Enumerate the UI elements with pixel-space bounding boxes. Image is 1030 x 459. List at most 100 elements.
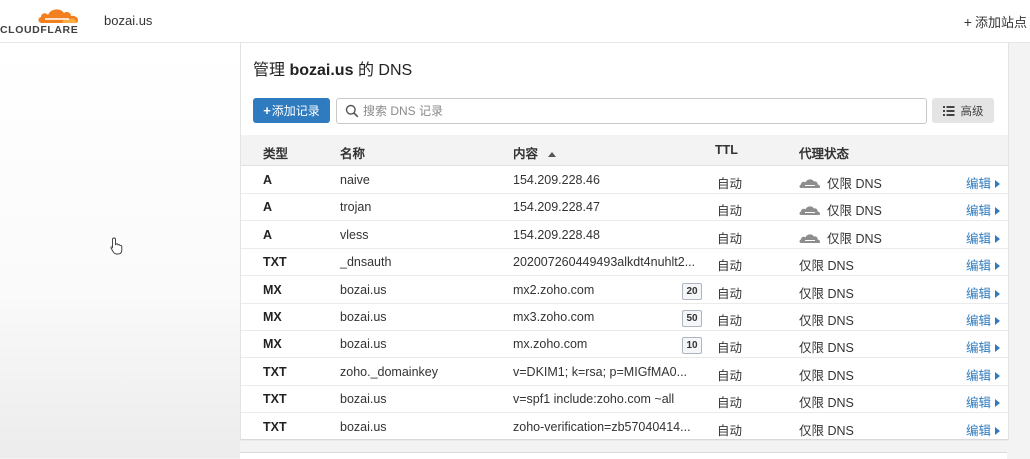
- edit-link[interactable]: 编辑: [966, 200, 1001, 219]
- proxy-status: 仅限 DNS: [799, 337, 854, 356]
- record-ttl: 自动: [717, 204, 743, 219]
- proxy-status-label: 仅限 DNS: [799, 314, 854, 328]
- edit-label: 编辑: [966, 314, 992, 328]
- record-type: MX: [263, 310, 282, 324]
- table-row[interactable]: TXT _dnsauth 202007260449493alkdt4nuhlt2..…: [241, 248, 1008, 277]
- dns-only-cloud-icon: [799, 234, 821, 243]
- header-proxy[interactable]: 代理状态: [799, 143, 849, 162]
- list-icon: [942, 105, 954, 116]
- header-ttl[interactable]: TTL: [715, 143, 738, 157]
- edit-label: 编辑: [966, 259, 992, 274]
- add-site-button[interactable]: + 添加站点: [964, 12, 1027, 31]
- chevron-right-icon: [995, 207, 1001, 216]
- table-row[interactable]: Avless 154.209.228.48 自动 仅限 DNS 编辑: [241, 221, 1008, 249]
- record-content: mx3.zoho.com: [513, 310, 595, 324]
- proxy-status-label: 仅限 DNS: [799, 368, 854, 383]
- edit-label: 编辑: [966, 396, 992, 411]
- add-record-label: 添加记录: [271, 104, 320, 118]
- edit-link[interactable]: 编辑: [966, 365, 1001, 384]
- edit-label: 编辑: [966, 177, 992, 191]
- edit-link[interactable]: 编辑: [966, 310, 1001, 329]
- record-ttl: 自动: [717, 341, 743, 356]
- record-type: TXT: [263, 255, 287, 270]
- top-bar: CLOUDFLARE bozai.us + 添加站点: [0, 0, 1030, 43]
- edit-link[interactable]: 编辑: [966, 337, 1001, 356]
- site-name[interactable]: bozai.us: [104, 13, 152, 28]
- proxy-status: 仅限 DNS: [799, 392, 854, 411]
- proxy-status-label: 仅限 DNS: [799, 259, 854, 274]
- chevron-right-icon: [995, 371, 1001, 380]
- edit-label: 编辑: [966, 231, 992, 246]
- table-row[interactable]: Anaive 154.209.228.46 自动 仅限 DNS 编辑: [241, 166, 1008, 194]
- record-type: TXT: [263, 392, 287, 407]
- edit-link[interactable]: 编辑: [966, 228, 1001, 247]
- proxy-status-label: 仅限 DNS: [827, 231, 882, 246]
- chevron-right-icon: [995, 289, 1001, 298]
- advanced-button[interactable]: 高级: [932, 98, 994, 123]
- search-box[interactable]: [336, 98, 927, 124]
- record-type: A: [263, 200, 273, 215]
- table-row[interactable]: MX bozai.us mx2.zoho.com 20 自动 仅限 DNS 编辑: [241, 276, 1008, 304]
- proxy-status: 仅限 DNS: [799, 200, 882, 219]
- record-content: v=spf1 include:zoho.com ~all: [513, 392, 675, 407]
- page-title: 管理 bozai.us 的 DNS: [253, 56, 412, 80]
- chevron-right-icon: [995, 344, 1001, 353]
- edit-link[interactable]: 编辑: [966, 173, 1001, 192]
- record-ttl: 自动: [717, 259, 743, 274]
- chevron-right-icon: [995, 262, 1001, 271]
- logo-text: CLOUDFLARE: [0, 24, 79, 36]
- proxy-status: 仅限 DNS: [799, 255, 854, 274]
- table-row[interactable]: Atrojan 154.209.228.47 自动 仅限 DNS 编辑: [241, 193, 1008, 222]
- header-name[interactable]: 名称: [340, 143, 365, 162]
- table-row[interactable]: TXT zoho._domainkey v=DKIM1; k=rsa; p=MIGf…: [241, 358, 1008, 386]
- chevron-right-icon: [995, 426, 1001, 435]
- sort-asc-icon: [547, 152, 556, 158]
- header-content[interactable]: 内容: [513, 143, 556, 162]
- proxy-status-label: 仅限 DNS: [827, 204, 882, 219]
- record-ttl: 自动: [717, 314, 743, 328]
- edit-link[interactable]: 编辑: [966, 420, 1001, 439]
- chevron-right-icon: [995, 234, 1001, 243]
- proxy-status-label: 仅限 DNS: [799, 423, 854, 438]
- cloudflare-cloud-icon: [38, 9, 79, 23]
- record-name: bozai.us: [340, 337, 387, 352]
- search-icon: [345, 104, 359, 118]
- record-content: mx.zoho.com: [513, 337, 588, 352]
- record-name: bozai.us: [340, 419, 387, 434]
- record-name: trojan: [340, 200, 372, 215]
- record-type: MX: [263, 337, 282, 352]
- record-content: 154.209.228.48: [513, 227, 600, 242]
- record-name: bozai.us: [340, 310, 387, 324]
- table-row[interactable]: MX bozai.us mx.zoho.com 10 自动 仅限 DNS 编辑: [241, 330, 1008, 359]
- chevron-right-icon: [995, 180, 1001, 188]
- record-content: v=DKIM1; k=rsa; p=MIGfMA0...: [513, 364, 688, 379]
- mx-priority-badge: 10: [682, 337, 702, 355]
- add-site-label: 添加站点: [974, 15, 1027, 30]
- record-name: _dnsauth: [340, 255, 392, 270]
- record-name: zoho._domainkey: [340, 364, 438, 379]
- edit-link[interactable]: 编辑: [966, 283, 1001, 302]
- record-type: MX: [263, 282, 282, 297]
- edit-link[interactable]: 编辑: [966, 392, 1001, 411]
- table-row[interactable]: TXT bozai.us v=spf1 include:zoho.com ~all 自…: [241, 385, 1008, 414]
- page-title-suffix: 的 DNS: [357, 62, 413, 79]
- plus-icon: +: [963, 14, 972, 30]
- table-row[interactable]: TXT bozai.us zoho-verification=zb57040414.…: [241, 413, 1008, 441]
- proxy-status-label: 仅限 DNS: [799, 286, 854, 301]
- mouse-cursor-icon: [110, 237, 123, 255]
- search-input[interactable]: [363, 104, 903, 118]
- chevron-right-icon: [995, 399, 1001, 408]
- record-name: naive: [340, 173, 370, 187]
- edit-link[interactable]: 编辑: [966, 255, 1001, 274]
- header-type[interactable]: 类型: [263, 143, 288, 162]
- record-name: vless: [340, 227, 369, 242]
- table-row[interactable]: MX bozai.us mx3.zoho.com 50 自动 仅限 DNS 编辑: [241, 303, 1008, 331]
- record-name: bozai.us: [340, 282, 387, 297]
- dns-only-cloud-icon: [799, 179, 821, 188]
- add-record-button[interactable]: + 添加记录: [253, 98, 330, 123]
- page-title-prefix: 管理: [253, 62, 286, 79]
- record-ttl: 自动: [717, 423, 743, 438]
- cloudflare-logo[interactable]: CLOUDFLARE: [0, 6, 84, 36]
- edit-label: 编辑: [966, 341, 992, 356]
- proxy-status-label: 仅限 DNS: [799, 396, 854, 411]
